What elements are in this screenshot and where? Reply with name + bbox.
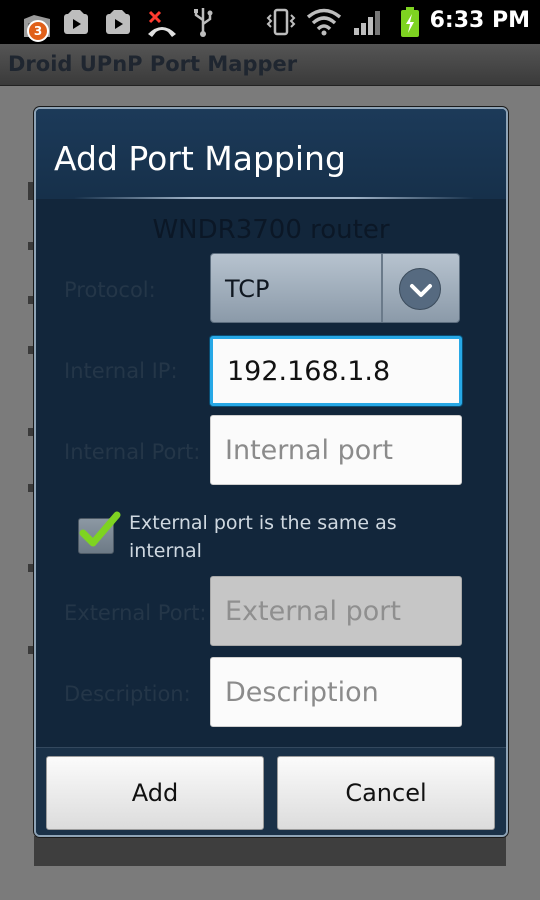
same-port-checkbox[interactable] [78,511,121,554]
checkmark-icon [79,511,121,547]
wifi-icon [306,8,342,36]
app-title-bar: Droid UPnP Port Mapper [0,44,540,86]
cancel-button[interactable]: Cancel [277,756,495,830]
description-label: Description: [64,682,191,706]
usb-icon [194,8,213,37]
youtube-icon [106,10,130,34]
battery-charging-icon [401,7,419,37]
description-field[interactable] [210,657,462,727]
app-title: Droid UPnP Port Mapper [8,52,298,76]
internal-port-label: Internal Port: [64,440,201,464]
router-name: WNDR3700 router [152,215,390,245]
protocol-spinner[interactable]: TCP [210,253,460,323]
add-port-mapping-dialog: Add Port Mapping WNDR3700 router Protoco… [34,107,508,837]
chevron-down-icon [410,284,432,297]
dialog-title: Add Port Mapping [54,139,346,178]
internal-port-field[interactable] [210,415,462,485]
internal-ip-field[interactable] [210,336,462,406]
external-port-label: External Port: [64,601,207,625]
missed-call-icon [148,10,176,37]
external-port-field [210,576,462,646]
dropdown-button[interactable] [399,268,441,310]
protocol-selected-value: TCP [225,275,270,303]
status-time: 6:33 PM [429,8,530,33]
dialog-footer: Add Cancel [36,747,506,835]
protocol-label: Protocol: [64,278,156,302]
internal-ip-label: Internal IP: [64,359,178,383]
signal-icon [354,11,380,35]
add-button[interactable]: Add [46,756,264,830]
same-port-checkbox-label[interactable]: External port is the same as internal [129,509,459,565]
status-bar: 3 6:33 PM [0,0,540,44]
notification-count-badge: 3 [27,20,49,42]
dialog-header: Add Port Mapping [36,109,506,199]
background-footer [34,836,506,866]
vibrate-icon [266,8,296,36]
youtube-icon [64,10,88,34]
spinner-separator [381,254,383,322]
